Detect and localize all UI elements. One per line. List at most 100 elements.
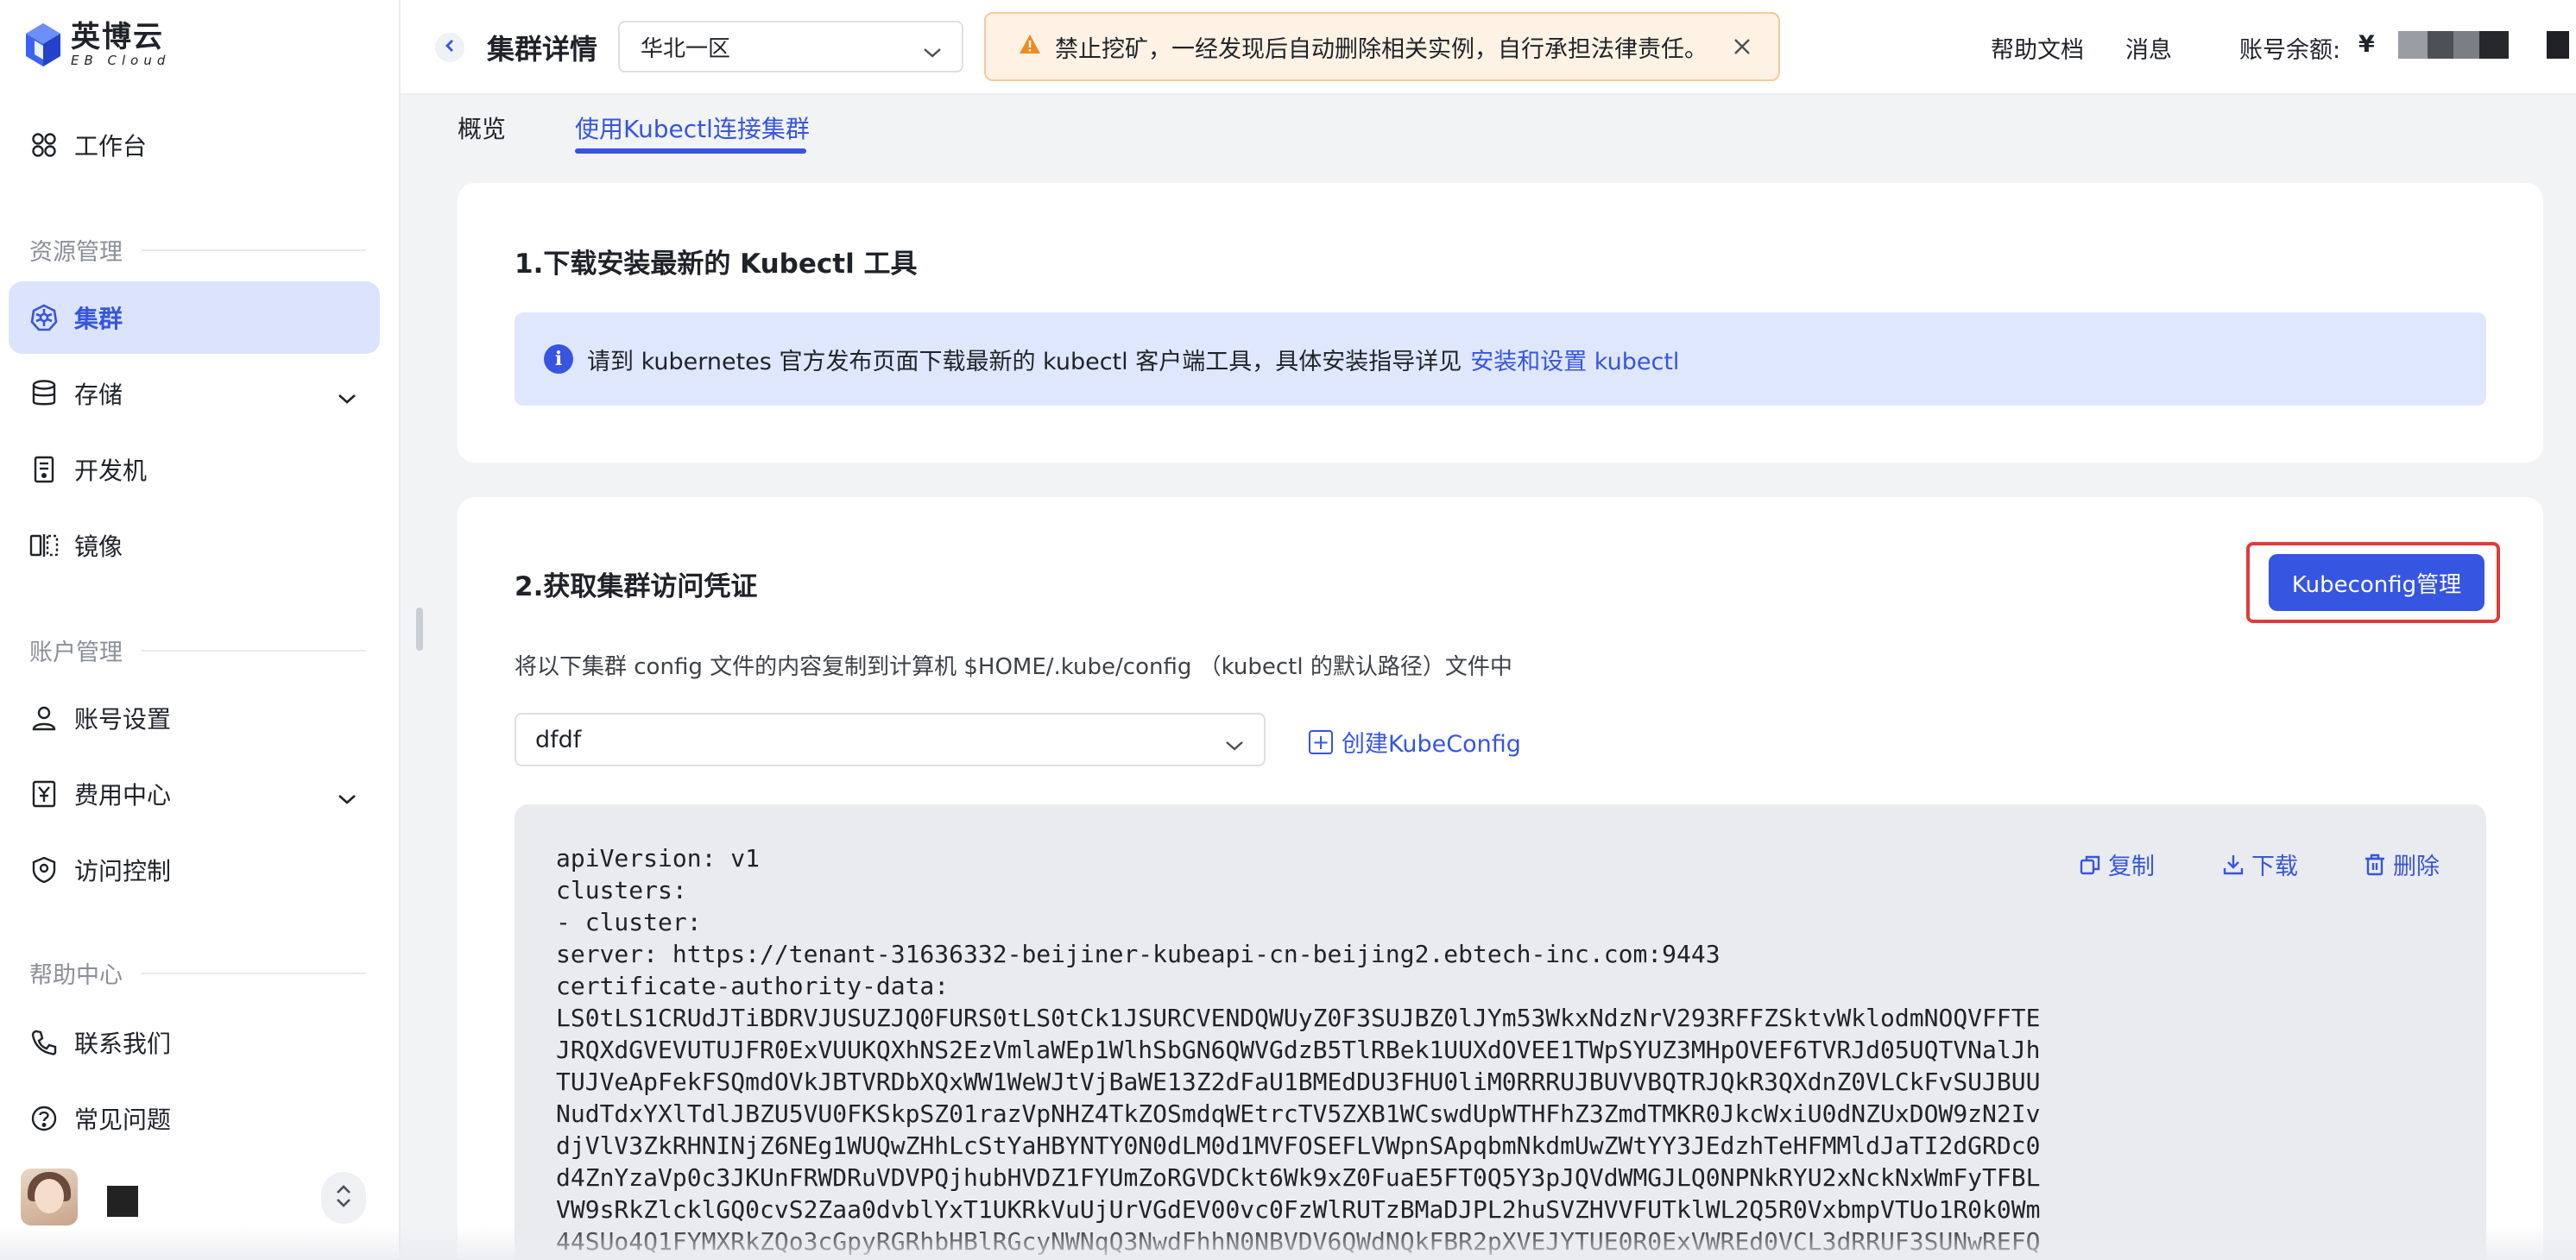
sidebar-item-label: 联系我们 bbox=[74, 1030, 172, 1058]
code-line: apiVersion: v1 bbox=[556, 844, 761, 873]
database-icon bbox=[29, 379, 59, 408]
top-header: 集群详情 华北一区 禁止挖矿，一经发现后自动删除相关实例，自行承担法律责任。 帮… bbox=[401, 0, 2576, 95]
shield-icon bbox=[29, 855, 59, 885]
user-icon bbox=[29, 703, 59, 733]
close-icon[interactable] bbox=[1732, 36, 1752, 63]
code-line: LS0tLS1CRUdJTiBDRVJUSUZJQ0FURS0tLS0tCk1J… bbox=[556, 1004, 2041, 1032]
kubeconfig-select-value: dfdf bbox=[535, 726, 582, 753]
sidebar-item-label: 镜像 bbox=[74, 532, 123, 561]
sidebar-resize-handle[interactable] bbox=[416, 608, 423, 651]
card-install-kubectl: 1.下载安装最新的 Kubectl 工具 i 请到 kubernetes 官方发… bbox=[458, 183, 2543, 463]
config-description: 将以下集群 config 文件的内容复制到计算机 $HOME/.kube/con… bbox=[515, 654, 1512, 680]
section-title-credentials: 2.获取集群访问凭证 bbox=[515, 571, 758, 602]
sidebar-item-billing[interactable]: 费用中心 bbox=[9, 758, 380, 830]
code-line: JRQXdGVEVUTUJFR0ExVUUKQXhNS2EzVmlaWEp1Wl… bbox=[556, 1036, 2041, 1064]
sidebar-item-label: 账号设置 bbox=[74, 705, 172, 734]
sidebar-item-image[interactable]: 镜像 bbox=[9, 509, 380, 582]
brand-logo[interactable]: 英博云 EB Cloud bbox=[24, 19, 170, 71]
question-circle-icon bbox=[29, 1104, 59, 1133]
chevron-down-icon bbox=[922, 40, 943, 66]
brand-name-en: EB Cloud bbox=[71, 53, 171, 68]
info-icon: i bbox=[544, 344, 573, 374]
delete-button[interactable]: 删除 bbox=[2364, 847, 2440, 881]
help-docs-link[interactable]: 帮助文档 bbox=[1991, 31, 2084, 65]
chevron-down-icon bbox=[337, 784, 357, 812]
download-button[interactable]: 下载 bbox=[2222, 847, 2298, 881]
sidebar-item-workbench[interactable]: 工作台 bbox=[9, 109, 380, 181]
warning-icon bbox=[1019, 34, 1041, 60]
region-select[interactable]: 华北一区 bbox=[618, 21, 963, 72]
code-line: server: https://tenant-31636332-beijiner… bbox=[556, 940, 1720, 968]
brand-logo-icon bbox=[24, 22, 62, 68]
mirror-icon bbox=[29, 531, 59, 560]
code-line: 44SUo4Q1FYMXRkZQo3cGpyRGRhbHBlRGcyNWNqQ3… bbox=[556, 1227, 2041, 1256]
kubeconfig-select[interactable]: dfdf bbox=[515, 713, 1266, 766]
install-info-box: i 请到 kubernetes 官方发布页面下载最新的 kubectl 客户端工… bbox=[515, 312, 2486, 406]
sidebar-item-storage[interactable]: 存储 bbox=[9, 357, 380, 430]
balance-label: 账号余额: bbox=[2239, 37, 2341, 64]
download-icon bbox=[2223, 854, 2244, 874]
section-label-help: 帮助中心 bbox=[29, 956, 366, 990]
code-line: certificate-authority-data: bbox=[556, 972, 950, 1000]
grid-icon bbox=[29, 130, 59, 160]
mining-warning-banner: 禁止挖矿，一经发现后自动删除相关实例，自行承担法律责任。 bbox=[984, 12, 1780, 81]
chevron-left-icon bbox=[444, 38, 456, 57]
sidebar: 英博云 EB Cloud 工作台 资源管理 集群 存储 开发机 镜像 账户管理 … bbox=[0, 0, 401, 1260]
kubernetes-icon bbox=[29, 303, 59, 332]
create-kubeconfig-link[interactable]: + 创建KubeConfig bbox=[1309, 725, 1521, 759]
sidebar-item-label: 常见问题 bbox=[74, 1106, 172, 1134]
sidebar-item-devmachine[interactable]: 开发机 bbox=[9, 433, 380, 506]
kubeconfig-code-block[interactable]: 复制 下载 删除 apiVersion: v1 clusters: - clus… bbox=[515, 804, 2486, 1260]
sidebar-item-contact[interactable]: 联系我们 bbox=[9, 1006, 380, 1079]
create-kubeconfig-label: 创建KubeConfig bbox=[1342, 731, 1521, 758]
messages-link[interactable]: 消息 bbox=[2125, 31, 2172, 65]
chevron-up-down-icon bbox=[334, 1183, 353, 1213]
sidebar-item-label: 开发机 bbox=[74, 457, 148, 485]
info-text: 请到 kubernetes 官方发布页面下载最新的 kubectl 客户端工具，… bbox=[587, 348, 1462, 375]
sidebar-item-label: 访问控制 bbox=[74, 857, 172, 885]
code-line: d4ZnYzaVp0c3JKUnFRWDRuVDVPQjhubHVDZ1FYUm… bbox=[556, 1163, 2041, 1192]
copy-icon bbox=[2080, 855, 2100, 874]
region-select-value: 华北一区 bbox=[641, 35, 731, 62]
sidebar-item-account-settings[interactable]: 账号设置 bbox=[9, 682, 380, 754]
sidebar-item-cluster[interactable]: 集群 bbox=[9, 281, 380, 354]
code-line: clusters: bbox=[556, 876, 687, 904]
chevron-down-icon bbox=[1224, 732, 1245, 759]
currency-symbol: ¥ bbox=[2358, 31, 2375, 58]
code-line: VW9sRkZlcklGQ0cvS2Zaa0dvblYxT1UKRkVuUjUr… bbox=[556, 1195, 2041, 1224]
phone-icon bbox=[29, 1028, 59, 1057]
tab-bar: 概览 使用Kubectl连接集群 bbox=[401, 97, 2576, 166]
balance-value-redacted bbox=[2398, 31, 2569, 59]
section-label-resource: 资源管理 bbox=[29, 233, 366, 267]
plus-square-icon: + bbox=[1309, 729, 1333, 754]
sidebar-item-label: 集群 bbox=[74, 305, 123, 333]
trash-icon bbox=[2365, 854, 2384, 875]
kubeconfig-manage-button[interactable]: Kubeconfig管理 bbox=[2269, 554, 2484, 611]
user-bar[interactable] bbox=[0, 1156, 401, 1243]
brand-name: 英博云 bbox=[71, 20, 164, 54]
code-line: djVlV3ZkRHNINjZ6NEg1WUQwZHhLcStYaHBYNTY0… bbox=[556, 1131, 2041, 1160]
back-button[interactable] bbox=[435, 33, 464, 62]
warning-text: 禁止挖矿，一经发现后自动删除相关实例，自行承担法律责任。 bbox=[1055, 35, 1708, 63]
dev-machine-icon bbox=[29, 455, 59, 484]
install-kubectl-link[interactable]: 安装和设置 kubectl bbox=[1470, 343, 1679, 376]
page-title: 集群详情 bbox=[487, 33, 598, 66]
sidebar-item-label: 费用中心 bbox=[74, 781, 172, 810]
section-title-install: 1.下载安装最新的 Kubectl 工具 bbox=[515, 249, 918, 280]
tab-overview[interactable]: 概览 bbox=[458, 110, 506, 145]
sidebar-item-access-control[interactable]: 访问控制 bbox=[9, 834, 380, 906]
section-label-account: 账户管理 bbox=[29, 633, 366, 667]
code-line: - cluster: bbox=[556, 908, 702, 936]
yen-icon bbox=[29, 779, 59, 809]
user-name-redacted bbox=[107, 1186, 138, 1217]
tab-kubectl[interactable]: 使用Kubectl连接集群 bbox=[575, 110, 810, 145]
avatar[interactable] bbox=[21, 1169, 78, 1225]
sidebar-item-faq[interactable]: 常见问题 bbox=[9, 1082, 380, 1155]
active-tab-indicator bbox=[575, 148, 806, 154]
sidebar-item-label: 工作台 bbox=[74, 132, 148, 161]
account-switch-button[interactable] bbox=[321, 1172, 366, 1224]
code-line: NudTdxYXlTdlJBZU5VU0FKSkpSZ01razVpNHZ4Tk… bbox=[556, 1099, 2041, 1128]
chevron-down-icon bbox=[337, 383, 357, 412]
copy-button[interactable]: 复制 bbox=[2079, 847, 2155, 881]
sidebar-item-label: 存储 bbox=[74, 381, 123, 409]
